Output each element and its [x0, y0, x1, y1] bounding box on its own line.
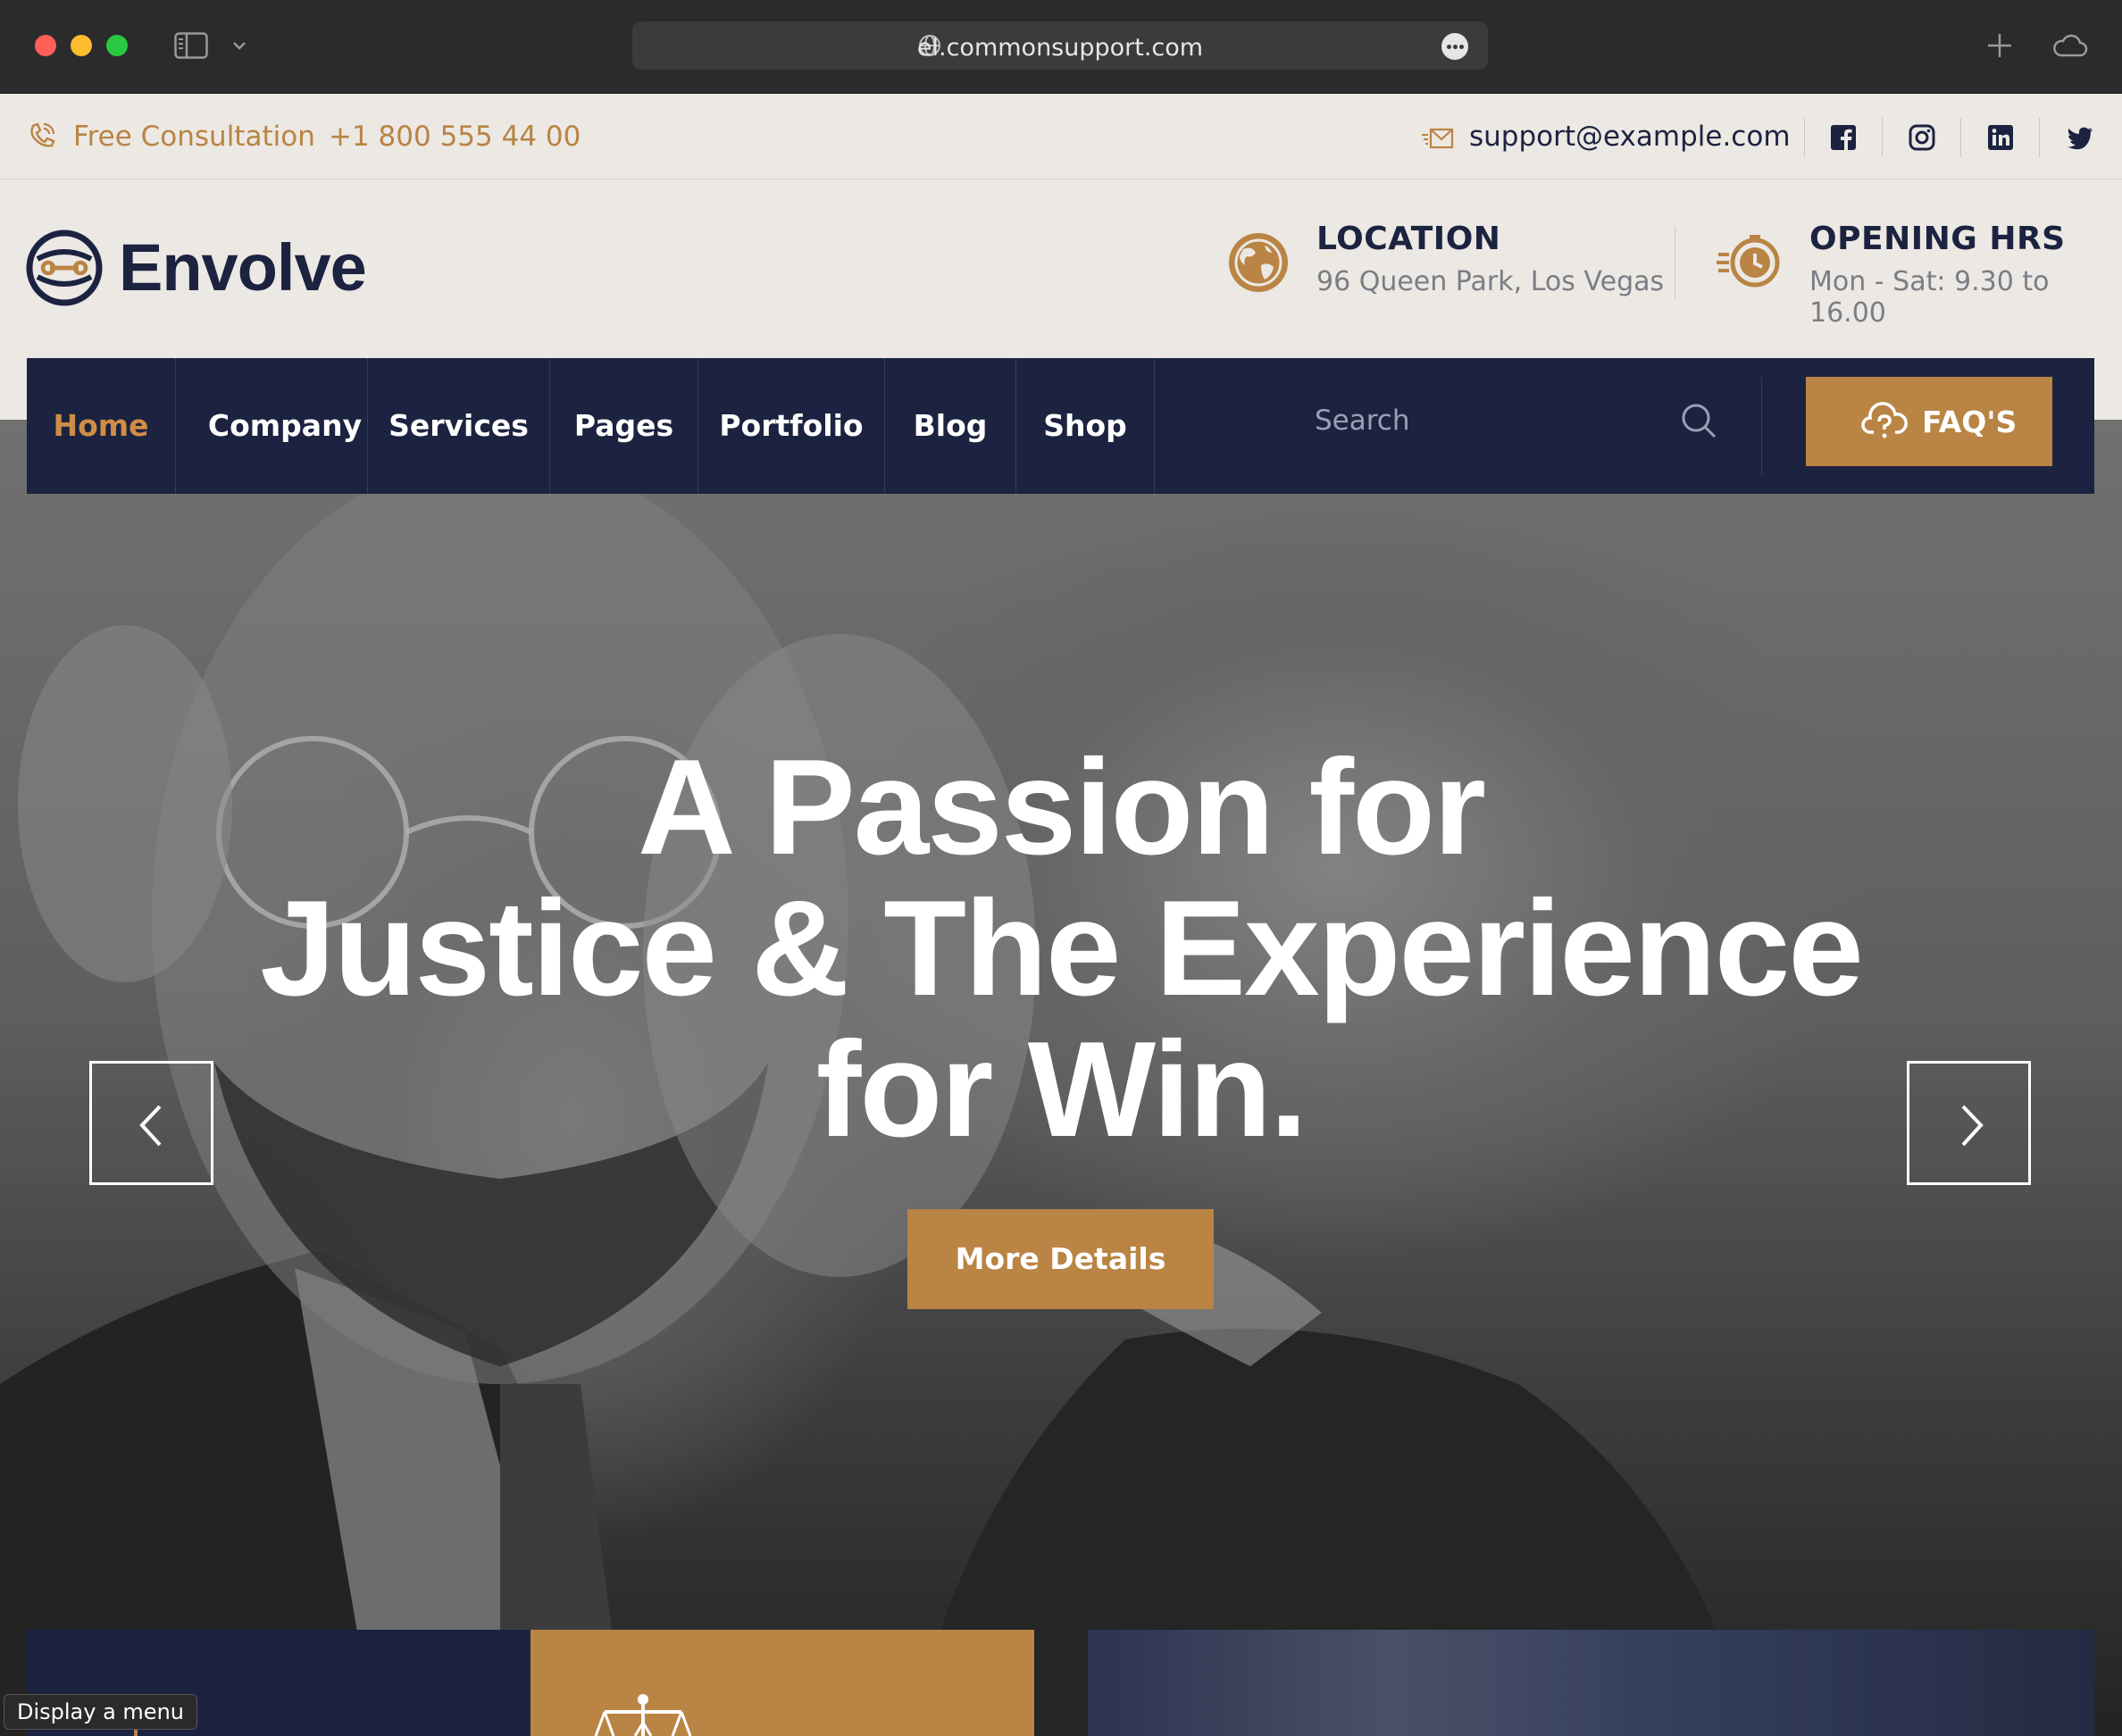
zoom-window-button[interactable]	[106, 35, 128, 56]
phone-number-link[interactable]: +1 800 555 44 00	[329, 121, 581, 153]
feature-photo	[1088, 1630, 2094, 1736]
tooltip: Display a menu	[4, 1694, 197, 1730]
nav-item-portfolio[interactable]: Portfolio	[698, 358, 884, 494]
nav-item-home[interactable]: Home	[27, 358, 175, 494]
nav-separator	[1761, 378, 1762, 474]
linkedin-icon[interactable]	[1986, 123, 2015, 152]
faq-button[interactable]: FAQ'S	[1806, 377, 2052, 466]
hero-heading-line: Justice & The Experience	[260, 872, 1864, 1024]
nav-item-blog[interactable]: Blog	[885, 358, 1015, 494]
address-bar[interactable]: el.commonsupport.com	[632, 21, 1488, 70]
close-window-button[interactable]	[35, 35, 56, 56]
location-title: LOCATION	[1316, 221, 1501, 257]
url-text: el.commonsupport.com	[916, 34, 1204, 62]
scales-of-justice-icon	[594, 1694, 692, 1736]
hero-heading-line: A Passion for	[637, 731, 1486, 883]
nav-separator	[1154, 358, 1155, 494]
chevron-right-icon	[1961, 1105, 1984, 1147]
more-details-button[interactable]: More Details	[907, 1209, 1214, 1309]
divider	[1804, 118, 1805, 157]
slider-prev-button[interactable]	[89, 1061, 213, 1185]
instagram-icon[interactable]	[1908, 123, 1936, 152]
envolve-logo-icon[interactable]	[25, 229, 104, 307]
mail-icon	[1422, 128, 1454, 149]
divider	[2039, 118, 2040, 157]
faq-label: FAQ'S	[1922, 405, 2018, 439]
contact-topbar: Free Consultation +1 800 555 44 00 suppo…	[0, 94, 2122, 179]
nav-item-company[interactable]: Company	[176, 358, 394, 494]
hero-heading: A Passion for Justice & The Experience f…	[0, 737, 2122, 1160]
cloud-question-icon	[1861, 402, 1908, 438]
icloud-tabs-icon[interactable]	[2051, 30, 2088, 61]
sidebar-toggle-icon[interactable]	[174, 32, 208, 59]
browser-toolbar: el.commonsupport.com	[0, 0, 2122, 94]
clock-icon	[1717, 235, 1780, 288]
chevron-left-icon	[139, 1105, 162, 1147]
logo-wordmark[interactable]: Envolve	[119, 230, 367, 305]
twitter-icon[interactable]	[2066, 123, 2094, 152]
email-link[interactable]: support@example.com	[1469, 121, 1791, 153]
minimize-window-button[interactable]	[71, 35, 92, 56]
location-value: 96 Queen Park, Los Vegas	[1316, 266, 1665, 297]
facebook-icon[interactable]	[1829, 123, 1858, 152]
location-globe-icon	[1229, 233, 1288, 292]
divider	[1882, 118, 1883, 157]
chevron-down-icon[interactable]	[230, 36, 249, 55]
hero-slider: A Passion for Justice & The Experience f…	[0, 420, 2122, 1736]
main-navigation: Home Company Services Pages Portfolio Bl…	[27, 358, 2094, 494]
nav-item-shop[interactable]: Shop	[1016, 358, 1154, 494]
phone-icon	[30, 122, 55, 147]
slider-next-button[interactable]	[1907, 1061, 2031, 1185]
divider	[1960, 118, 1961, 157]
search-icon[interactable]	[1679, 401, 1718, 440]
hero-heading-line: for Win.	[815, 1014, 1307, 1165]
more-options-icon[interactable]	[1441, 33, 1468, 60]
free-consultation-link[interactable]: Free Consultation	[73, 121, 315, 153]
opening-hours-value: Mon - Sat: 9.30 to 16.00	[1809, 266, 2050, 329]
nav-item-pages[interactable]: Pages	[550, 358, 698, 494]
search-input[interactable]: Search	[1315, 405, 1410, 437]
opening-hours-title: OPENING HRS	[1809, 221, 2066, 257]
new-tab-icon[interactable]	[1984, 30, 2015, 61]
nav-item-services[interactable]: Services	[368, 358, 549, 494]
